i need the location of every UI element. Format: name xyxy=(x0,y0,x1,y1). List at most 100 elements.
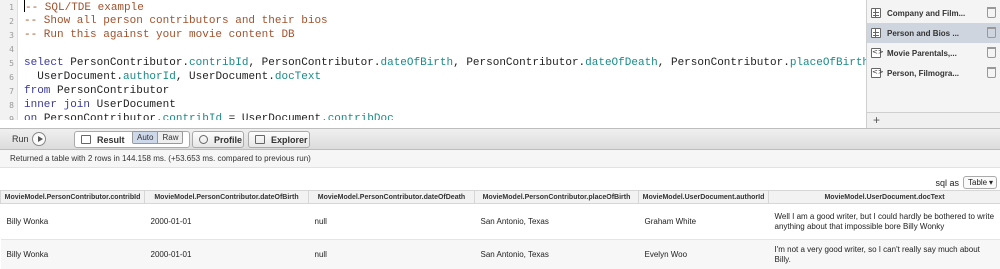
line-number: 3 xyxy=(9,31,14,40)
trash-icon[interactable] xyxy=(987,67,996,78)
explorer-icon xyxy=(255,135,265,144)
code-icon xyxy=(871,48,884,58)
code-area[interactable]: -- SQL/TDE example -- Show all person con… xyxy=(24,0,866,120)
sql-editor[interactable]: 12345678910 -- SQL/TDE example-- Show al… xyxy=(0,0,866,120)
line-number: 2 xyxy=(9,17,14,26)
code-token: on xyxy=(24,113,44,120)
code-line: -- Run this against your movie content D… xyxy=(24,28,295,42)
code-token: -- SQL/TDE example xyxy=(25,2,144,14)
code-line: -- SQL/TDE example xyxy=(24,0,144,14)
line-number: 5 xyxy=(9,59,14,68)
run-label: Run xyxy=(12,134,29,144)
code-token: dateOfDeath xyxy=(585,57,658,69)
table-cell: Billy Wonka xyxy=(0,239,145,269)
code-line: UserDocument.authorId, UserDocument.docT… xyxy=(24,70,321,84)
add-query-button[interactable]: + xyxy=(873,113,880,128)
column-header[interactable]: MovieModel.PersonContributor.dateOfBirth xyxy=(144,190,309,204)
code-token: , PersonContributor. xyxy=(248,57,381,69)
code-token: PersonContributor. xyxy=(43,113,163,120)
table-cell: San Antonio, Texas xyxy=(474,203,639,240)
code-line: from PersonContributor xyxy=(24,84,169,98)
line-number: 4 xyxy=(9,45,14,54)
table-cell: Evelyn Woo xyxy=(638,239,769,269)
table-cell: null xyxy=(308,203,475,240)
column-header[interactable]: MovieModel.PersonContributor.placeOfBirt… xyxy=(474,190,639,204)
tab-profile-label: Profile xyxy=(214,134,243,145)
line-number-gutter: 12345678910 xyxy=(0,0,18,120)
code-token: PersonContributor. xyxy=(70,57,190,69)
table-cell: Billy Wonka xyxy=(0,203,145,240)
code-token: contribDoc xyxy=(327,113,394,120)
sql-as-select[interactable]: Table xyxy=(963,176,997,189)
panel-footer: + xyxy=(867,112,1000,128)
line-number: 6 xyxy=(9,73,14,82)
line-number: 7 xyxy=(9,87,14,96)
column-header[interactable]: MovieModel.PersonContributor.contribId xyxy=(0,190,145,204)
code-token: , PersonContributor. xyxy=(657,57,790,69)
table-cell: Well I am a good writer, but I could har… xyxy=(768,203,1000,240)
saved-query-label: Person and Bios ... xyxy=(887,28,960,38)
mode-auto-button[interactable]: Auto xyxy=(133,132,158,143)
tab-explorer[interactable]: Explorer xyxy=(248,131,310,148)
toolbar: Run Result Auto Raw Profile Explorer xyxy=(0,128,1000,150)
table-icon xyxy=(871,8,881,18)
code-token: , PersonContributor. xyxy=(453,57,586,69)
saved-queries-panel: Company and Film... Person and Bios ... Mo… xyxy=(866,0,1000,128)
code-token: = UserDocument. xyxy=(222,113,328,120)
saved-query-item[interactable]: Person, Filmogra... xyxy=(867,63,1000,83)
sql-as-control: sql as Table xyxy=(935,176,997,189)
table-row[interactable]: Billy Wonka 2000-01-01 null San Antonio, Te… xyxy=(0,203,1000,240)
table-row[interactable]: Billy Wonka 2000-01-01 null San Antonio, Te… xyxy=(0,239,1000,269)
table-header-row: MovieModel.PersonContributor.contribId Mo… xyxy=(0,190,1000,204)
saved-query-label: Person, Filmogra... xyxy=(887,68,960,78)
code-token: -- Run this against your movie content D… xyxy=(24,29,295,41)
table-cell: Graham White xyxy=(638,203,769,240)
line-number: 1 xyxy=(9,3,14,12)
profile-icon xyxy=(199,135,208,144)
code-token: select xyxy=(24,57,71,69)
column-header[interactable]: MovieModel.UserDocument.docText xyxy=(768,190,1000,204)
sql-as-label: sql as xyxy=(935,177,959,188)
code-token: PersonContributor xyxy=(57,85,170,97)
code-token: UserDocument xyxy=(96,99,176,111)
trash-icon[interactable] xyxy=(987,27,996,38)
status-text: Returned a table with 2 rows in 144.158 … xyxy=(10,154,311,163)
code-token: inner join xyxy=(24,99,97,111)
code-token: dateOfBirth xyxy=(380,57,454,69)
run-button[interactable] xyxy=(32,132,46,146)
results-table: MovieModel.PersonContributor.contribId Mo… xyxy=(0,190,1000,269)
result-icon xyxy=(81,135,91,144)
status-bar: Returned a table with 2 rows in 144.158 … xyxy=(0,150,1000,168)
tab-profile[interactable]: Profile xyxy=(192,131,244,148)
code-icon xyxy=(871,68,884,78)
code-line: -- Show all person contributors and thei… xyxy=(24,14,328,28)
table-cell: 2000-01-01 xyxy=(144,239,309,269)
saved-query-label: Movie Parentals,... xyxy=(887,48,957,58)
trash-icon[interactable] xyxy=(987,7,996,18)
saved-query-item[interactable]: Movie Parentals,... xyxy=(867,43,1000,63)
saved-query-item[interactable]: Person and Bios ... xyxy=(867,23,1000,43)
table-cell: I'm not a very good writer, so I can't r… xyxy=(768,239,1000,269)
code-token: from xyxy=(24,85,58,97)
column-header[interactable]: MovieModel.PersonContributor.dateOfDeath xyxy=(308,190,475,204)
code-token: placeOfBirth xyxy=(789,57,866,69)
table-cell: 2000-01-01 xyxy=(144,203,309,240)
code-token: contribId xyxy=(162,113,223,120)
table-icon xyxy=(871,28,881,38)
saved-query-label: Company and Film... xyxy=(887,8,966,18)
code-token: UserDocument. xyxy=(24,71,124,83)
code-line: select PersonContributor.contribId, Pers… xyxy=(24,56,866,70)
result-mode-toggle: Auto Raw xyxy=(132,131,184,144)
trash-icon[interactable] xyxy=(987,47,996,58)
code-line: on PersonContributor.contribId = UserDoc… xyxy=(24,112,394,120)
code-line: inner join UserDocument xyxy=(24,98,176,112)
table-cell: null xyxy=(308,239,475,269)
saved-query-item[interactable]: Company and Film... xyxy=(867,3,1000,23)
mode-raw-button[interactable]: Raw xyxy=(157,132,183,143)
code-token: -- Show all person contributors and thei… xyxy=(24,15,328,27)
column-header[interactable]: MovieModel.UserDocument.authorId xyxy=(638,190,769,204)
tab-result-label: Result xyxy=(97,134,125,145)
line-number: 8 xyxy=(9,101,14,110)
code-token: docText xyxy=(274,71,322,83)
code-token: , UserDocument. xyxy=(175,71,275,83)
